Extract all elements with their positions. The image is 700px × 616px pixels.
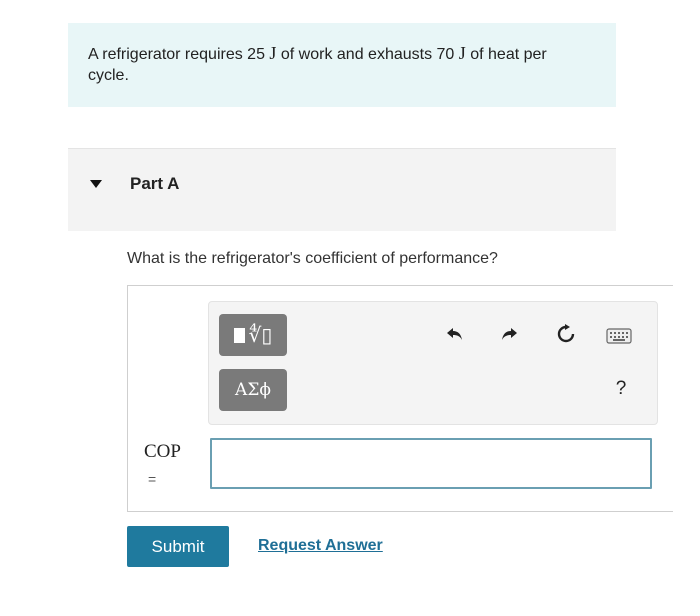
question-text: What is the refrigerator's coefficient o… [127, 250, 498, 267]
cop-label: COP [144, 441, 181, 462]
caret-down-icon[interactable] [90, 180, 102, 188]
reset-icon[interactable] [552, 320, 580, 348]
cop-equals: = [148, 471, 157, 487]
help-icon[interactable]: ? [607, 375, 635, 403]
problem-text-part2: of work and exhausts 70 [276, 46, 459, 63]
math-toolbar: ∜▯ ΑΣϕ ? [208, 301, 658, 425]
heat-unit: J [458, 43, 466, 63]
templates-button[interactable]: ∜▯ [219, 314, 287, 356]
symbols-button[interactable]: ΑΣϕ [219, 369, 287, 411]
root-template-icon: ∜▯ [248, 323, 273, 347]
keyboard-icon[interactable] [605, 322, 633, 350]
submit-button[interactable]: Submit [127, 526, 229, 567]
fraction-template-icon [233, 327, 245, 343]
request-answer-link[interactable]: Request Answer [258, 537, 383, 555]
answer-input[interactable] [210, 438, 652, 489]
part-title: Part A [130, 174, 180, 193]
redo-icon[interactable] [495, 320, 523, 348]
part-a-header[interactable]: Part A [68, 148, 616, 231]
undo-icon[interactable] [441, 320, 469, 348]
problem-statement: A refrigerator requires 25 J of work and… [88, 43, 578, 86]
problem-text-part1: A refrigerator requires 25 [88, 46, 270, 63]
answer-panel: ∜▯ ΑΣϕ ? COP = [127, 285, 673, 512]
problem-statement-box: A refrigerator requires 25 J of work and… [68, 23, 616, 107]
